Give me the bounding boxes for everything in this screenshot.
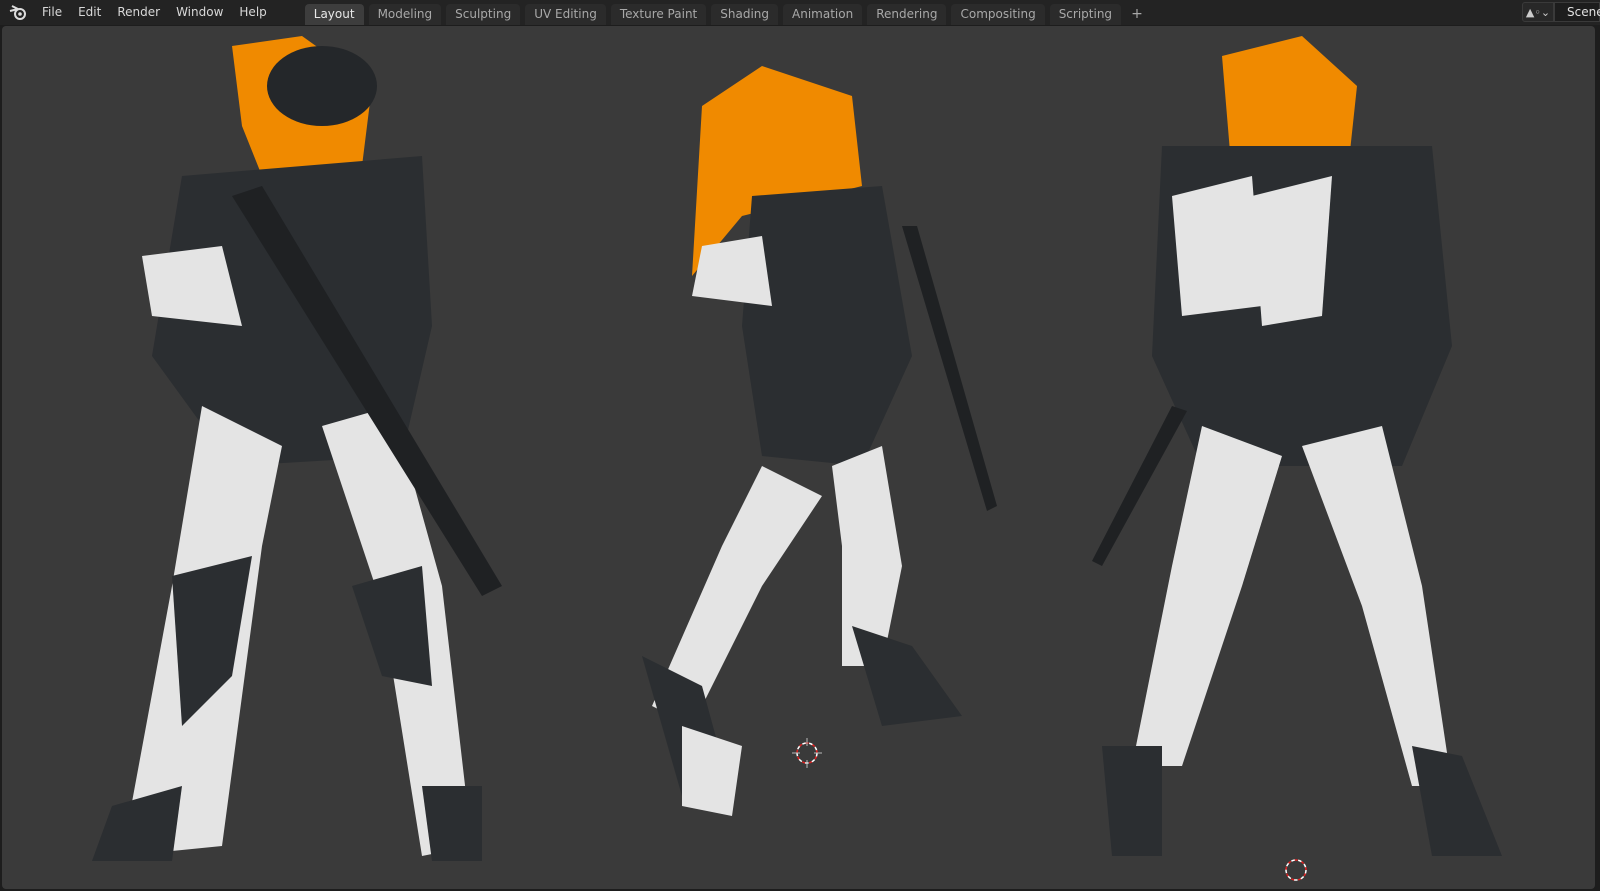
tab-modeling[interactable]: Modeling [368, 4, 442, 25]
tab-layout[interactable]: Layout [304, 4, 364, 25]
scene-name-field[interactable]: Scene [1554, 2, 1600, 22]
menu-window[interactable]: Window [168, 0, 231, 25]
blender-logo-icon[interactable] [8, 3, 28, 23]
top-bar: File Edit Render Window Help Layout Mode… [0, 0, 1600, 25]
menu-help[interactable]: Help [231, 0, 274, 25]
workspace-tabs: Layout Modeling Sculpting UV Editing Tex… [304, 0, 1148, 25]
tab-sculpting[interactable]: Sculpting [446, 4, 521, 25]
tab-uv-editing[interactable]: UV Editing [525, 4, 606, 25]
character-back-view [1092, 36, 1502, 856]
tab-rendering[interactable]: Rendering [867, 4, 947, 25]
tab-animation[interactable]: Animation [783, 4, 863, 25]
character-front-view [92, 36, 502, 861]
menu-file[interactable]: File [34, 0, 70, 25]
3d-cursor-icon[interactable] [792, 738, 822, 768]
menu-edit[interactable]: Edit [70, 0, 109, 25]
character-side-view [642, 66, 997, 816]
3d-viewport[interactable] [2, 26, 1595, 889]
3d-cursor-icon-secondary[interactable] [1281, 855, 1311, 885]
tab-shading[interactable]: Shading [711, 4, 778, 25]
scene-icon[interactable]: ▲◦⌄ [1522, 2, 1554, 22]
menu-render[interactable]: Render [109, 0, 168, 25]
tab-texture-paint[interactable]: Texture Paint [610, 4, 707, 25]
scene-selector: ▲◦⌄ Scene [1522, 2, 1600, 22]
tab-scripting[interactable]: Scripting [1049, 4, 1122, 25]
add-workspace-button[interactable]: + [1126, 4, 1148, 25]
tab-compositing[interactable]: Compositing [951, 4, 1045, 25]
